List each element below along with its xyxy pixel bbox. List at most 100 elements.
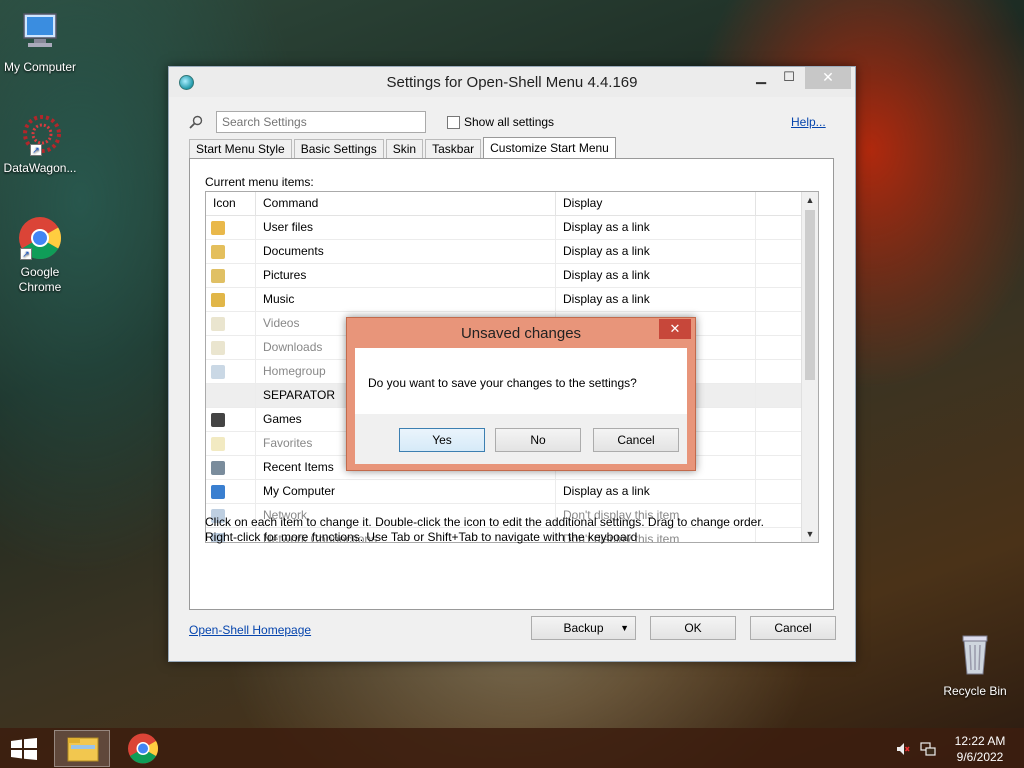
dialog-title: Unsaved changes: [460, 325, 582, 342]
desktop-icon-label: Google Chrome: [18, 265, 62, 294]
list-item[interactable]: My Computer Display as a link: [206, 480, 818, 504]
desktop-icon-my-computer[interactable]: My Computer: [0, 10, 80, 74]
network-icon[interactable]: [920, 742, 936, 756]
scroll-thumb[interactable]: [805, 210, 815, 380]
tab-start-menu-style[interactable]: Start Menu Style: [189, 139, 292, 159]
column-header-icon[interactable]: Icon: [206, 192, 256, 215]
list-item-command: User files: [256, 216, 556, 239]
scroll-up-icon[interactable]: ▲: [802, 192, 818, 208]
pictures-icon: [211, 268, 225, 283]
list-item-display: Display as a link: [556, 240, 756, 263]
list-item-display: Display as a link: [556, 288, 756, 311]
list-item-icon-cell[interactable]: [206, 336, 256, 359]
open-shell-homepage-link[interactable]: Open-Shell Homepage: [189, 623, 311, 637]
recent-items-icon: [211, 460, 225, 475]
clock-date: 9/6/2022: [956, 750, 1004, 764]
list-item-command: Music: [256, 288, 556, 311]
list-item-command: My Computer: [256, 480, 556, 503]
show-all-settings-label: Show all settings: [464, 115, 555, 129]
ok-button[interactable]: OK: [650, 616, 736, 640]
list-item-icon-cell[interactable]: [206, 288, 256, 311]
list-item-icon-cell[interactable]: [206, 408, 256, 431]
minimize-icon: ▁: [756, 69, 766, 84]
list-item-command: Documents: [256, 240, 556, 263]
list-item-command: Pictures: [256, 264, 556, 287]
list-item[interactable]: Music Display as a link: [206, 288, 818, 312]
taskbar-file-explorer[interactable]: [54, 730, 110, 767]
system-tray: [896, 742, 936, 756]
file-explorer-icon: [67, 737, 99, 762]
list-item-icon-cell[interactable]: [206, 360, 256, 383]
dialog-message-area: Do you want to save your changes to the …: [355, 348, 687, 414]
my-computer-icon: [23, 13, 57, 47]
list-item-display: Display as a link: [556, 216, 756, 239]
tab-taskbar[interactable]: Taskbar: [425, 139, 482, 159]
desktop-icon-label: My Computer: [3, 60, 77, 74]
dialog-close-button[interactable]: ✕: [659, 319, 691, 339]
list-item-icon-cell[interactable]: [206, 240, 256, 263]
tab-basic-settings[interactable]: Basic Settings: [293, 139, 384, 159]
list-item[interactable]: Pictures Display as a link: [206, 264, 818, 288]
taskbar-clock[interactable]: 12:22 AM 9/6/2022: [944, 733, 1016, 765]
backup-label: Backup: [563, 621, 604, 635]
videos-icon: [211, 316, 225, 331]
music-icon: [211, 292, 225, 307]
unsaved-changes-dialog: Unsaved changes ✕ Do you want to save yo…: [346, 317, 696, 471]
list-item-icon-cell[interactable]: [206, 456, 256, 479]
close-icon: ✕: [669, 321, 681, 336]
tab-customize-start-menu[interactable]: Customize Start Menu: [483, 137, 616, 160]
show-all-settings-checkbox[interactable]: Show all settings: [447, 115, 554, 129]
games-icon: [211, 412, 225, 427]
close-button[interactable]: ✕: [805, 67, 851, 89]
yes-button[interactable]: Yes: [399, 428, 485, 452]
list-item-icon-cell[interactable]: [206, 264, 256, 287]
help-link[interactable]: Help...: [791, 115, 826, 129]
list-item-icon-cell[interactable]: [206, 216, 256, 239]
desktop-icon-datawagon[interactable]: ↗ DataWagon...: [0, 114, 80, 175]
list-item-icon-cell[interactable]: [206, 480, 256, 503]
list-item-icon-cell[interactable]: [206, 312, 256, 335]
list-item[interactable]: User files Display as a link: [206, 216, 818, 240]
windows-start-icon[interactable]: [10, 738, 38, 760]
cancel-button[interactable]: Cancel: [750, 616, 836, 640]
documents-icon: [211, 244, 225, 259]
search-icon: [189, 115, 203, 129]
volume-muted-icon[interactable]: [896, 742, 910, 756]
desktop-icon-google-chrome[interactable]: ↗ Google Chrome: [0, 216, 80, 295]
list-item-icon-cell[interactable]: [206, 432, 256, 455]
chrome-icon: [128, 733, 159, 764]
downloads-icon: [211, 340, 225, 355]
backup-button[interactable]: Backup ▼: [531, 616, 636, 640]
desktop-icon-recycle-bin[interactable]: Recycle Bin: [935, 630, 1015, 698]
maximize-button[interactable]: ☐: [775, 67, 803, 89]
column-header-display[interactable]: Display: [556, 192, 756, 215]
checkbox-box[interactable]: [447, 115, 460, 129]
shortcut-arrow-icon: ↗: [30, 144, 42, 156]
clock-time: 12:22 AM: [954, 734, 1006, 748]
list-header: Icon Command Display: [206, 192, 818, 216]
desktop-icon-label: DataWagon...: [3, 161, 77, 175]
tab-skin[interactable]: Skin: [385, 139, 424, 159]
shortcut-arrow-icon: ↗: [20, 248, 32, 260]
dropdown-arrow-icon: ▼: [620, 623, 629, 633]
dialog-body: Do you want to save your changes to the …: [355, 348, 687, 464]
dialog-cancel-button[interactable]: Cancel: [593, 428, 679, 452]
taskbar: 12:22 AM 9/6/2022: [0, 728, 1024, 768]
desktop-icon-label: Recycle Bin: [943, 684, 1007, 698]
user-folder-icon: [211, 220, 225, 235]
computer-icon: [211, 484, 225, 499]
list-item[interactable]: Documents Display as a link: [206, 240, 818, 264]
list-item-display: Display as a link: [556, 480, 756, 503]
dialog-message: Do you want to save your changes to the …: [368, 376, 637, 390]
list-scrollbar[interactable]: ▲ ▼: [801, 192, 818, 542]
list-item-icon-cell[interactable]: [206, 384, 256, 407]
column-header-command[interactable]: Command: [256, 192, 556, 215]
no-button[interactable]: No: [495, 428, 581, 452]
search-input[interactable]: [216, 111, 426, 133]
close-icon: ✕: [822, 69, 834, 85]
minimize-button[interactable]: ▁: [747, 67, 775, 89]
hint-line-2: Right-click for more functions. Use Tab …: [205, 530, 638, 544]
taskbar-chrome[interactable]: [115, 730, 171, 767]
current-menu-items-label: Current menu items:: [205, 175, 314, 189]
window-titlebar[interactable]: Settings for Open-Shell Menu 4.4.169 ▁ ☐…: [169, 67, 855, 97]
